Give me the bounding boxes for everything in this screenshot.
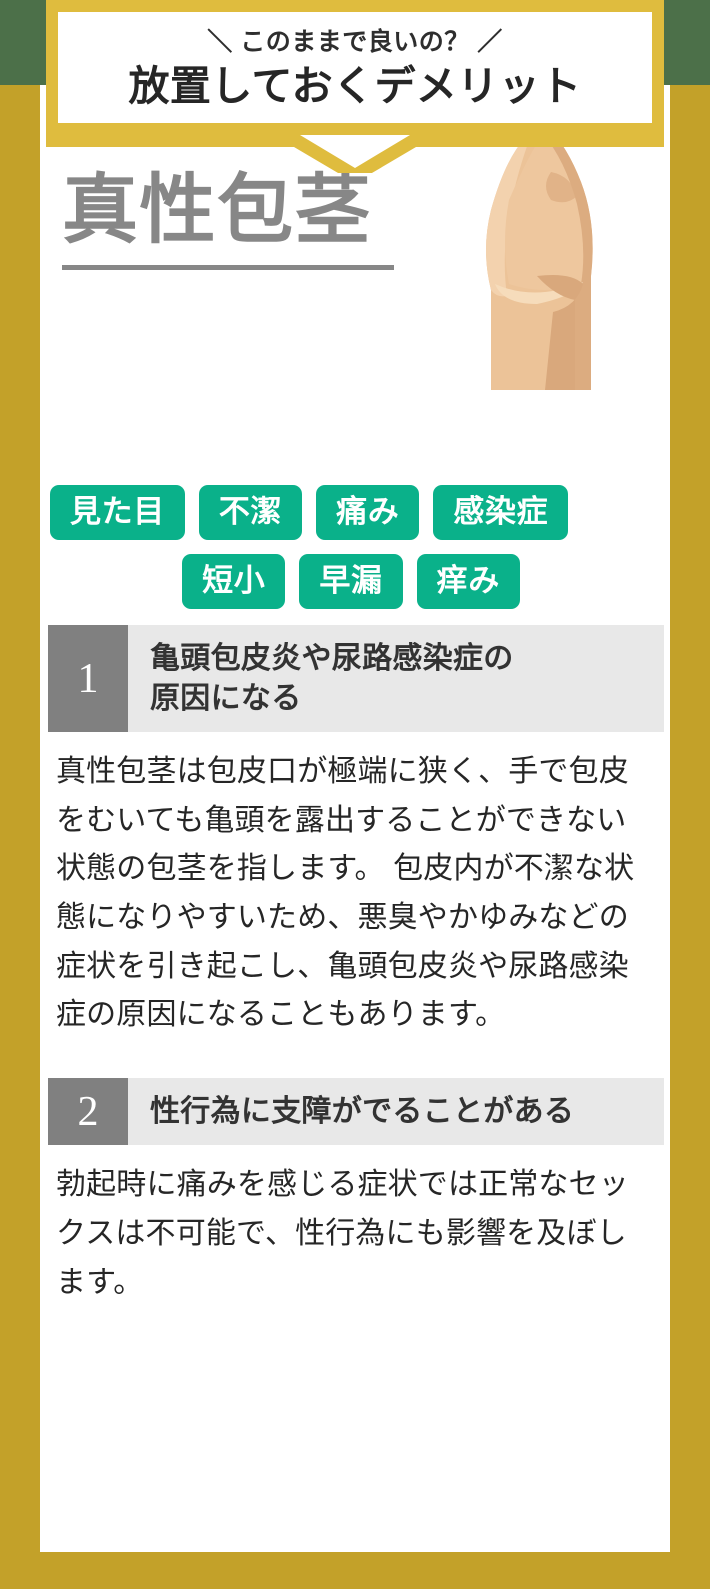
phimosis-illustration [486, 120, 593, 390]
section-title: 性行為に支障がでることがある [150, 1094, 575, 1128]
section-2-header: 2 性行為に支障がでることがある [48, 1077, 664, 1146]
tag-chip[interactable]: 痒み [416, 554, 520, 609]
header-speech-bubble: ＼ このままで良いの？ ／ 放置しておくデメリット [46, 0, 664, 135]
hero-title-wrap: 真性包茎 [62, 173, 422, 270]
section-1-header: 1 亀頭包皮炎や尿路感染症の 原因になる [48, 625, 664, 733]
section-number-badge: 1 [48, 625, 128, 733]
infographic-page: 真性包茎 見た目 不潔 痛み 感染症 短小 早漏 痒み 1 亀頭包皮炎や尿路感染… [0, 0, 710, 1589]
title-underline [62, 265, 394, 270]
section-body-text: 真性包茎は包皮口が極端に狭く、手で包皮をむいても亀頭を露出することができない状態… [56, 755, 635, 1032]
tag-chip[interactable]: 不潔 [198, 485, 303, 540]
tag-row-1: 見た目 不潔 痛み 感染症 [48, 485, 662, 540]
content-column: 真性包茎 見た目 不潔 痛み 感染症 短小 早漏 痒み 1 亀頭包皮炎や尿路感染… [40, 85, 670, 1552]
section-2: 2 性行為に支障がでることがある 勃起時に痛みを感じる症状では正常なセックスは不… [40, 1077, 670, 1307]
tag-row-2: 短小 早漏 痒み [48, 554, 662, 609]
tag-chip[interactable]: 見た目 [50, 485, 185, 540]
section-body-text: 勃起時に痛みを感じる症状では正常なセックスは不可能で、性行為にも影響を及ぼします… [56, 1168, 629, 1299]
section-title: 亀頭包皮炎や尿路感染症の 原因になる [150, 642, 514, 715]
header-speech-bubble-inner: ＼ このままで良いの？ ／ 放置しておくデメリット [58, 12, 652, 123]
green-band-right [664, 0, 710, 85]
green-band-left [0, 0, 46, 85]
tag-chip[interactable]: 痛み [316, 485, 420, 540]
tag-chip[interactable]: 感染症 [433, 485, 569, 540]
section-1: 1 亀頭包皮炎や尿路感染症の 原因になる 真性包茎は包皮口が極端に狭く、手で包皮を… [40, 625, 670, 1040]
header-title: 放置しておくデメリット [128, 62, 582, 109]
page-title: 真性包茎 [62, 168, 373, 253]
tag-chip[interactable]: 早漏 [299, 554, 403, 609]
hero-block: 真性包茎 [40, 85, 670, 485]
section-number-badge: 2 [48, 1077, 128, 1146]
symptom-tags: 見た目 不潔 痛み 感染症 短小 早漏 痒み [40, 485, 670, 609]
tag-chip[interactable]: 短小 [182, 554, 286, 609]
header-kicker: ＼ このままで良いの？ ／ [207, 28, 503, 57]
